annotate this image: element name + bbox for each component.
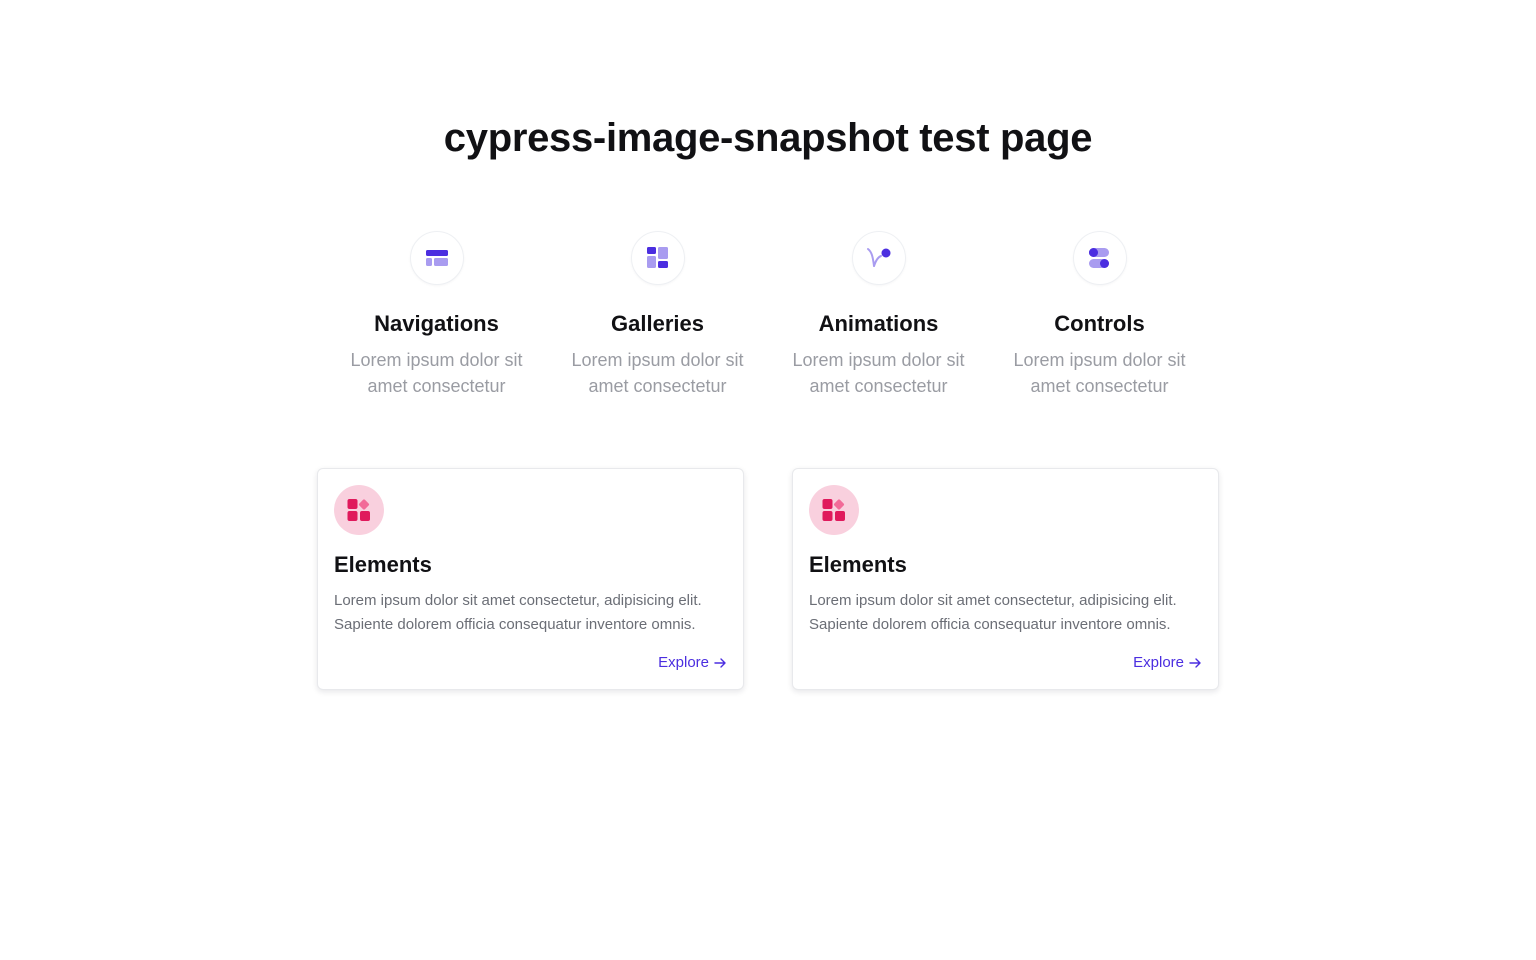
feature-animations: Animations Lorem ipsum dolor sit amet co… xyxy=(768,231,989,399)
feature-icon-wrapper xyxy=(1072,231,1127,285)
explore-link[interactable]: Explore xyxy=(1133,653,1202,673)
elements-card: Elements Lorem ipsum dolor sit amet cons… xyxy=(317,468,744,690)
feature-icon-wrapper xyxy=(851,231,906,285)
gallery-icon xyxy=(646,247,668,268)
cards-row: Elements Lorem ipsum dolor sit amet cons… xyxy=(317,468,1219,690)
elements-icon xyxy=(347,499,370,521)
controls-icon xyxy=(1088,248,1109,268)
card-description: Lorem ipsum dolor sit amet consectetur, … xyxy=(334,592,702,633)
elements-card: Elements Lorem ipsum dolor sit amet cons… xyxy=(792,468,1219,690)
card-icon-wrapper xyxy=(334,485,384,535)
card-icon-wrapper xyxy=(809,485,859,535)
feature-description: Lorem ipsum dolor sit amet consectetur xyxy=(350,350,523,396)
feature-navigations: Navigations Lorem ipsum dolor sit amet c… xyxy=(326,231,547,399)
card-description: Lorem ipsum dolor sit amet consectetur, … xyxy=(809,592,1177,633)
arrow-right-icon xyxy=(1188,656,1202,670)
feature-description: Lorem ipsum dolor sit amet consectetur xyxy=(1013,350,1186,396)
navigation-icon xyxy=(425,250,448,266)
explore-link-label: Explore xyxy=(1133,654,1184,671)
feature-galleries: Galleries Lorem ipsum dolor sit amet con… xyxy=(547,231,768,399)
card-title: Elements xyxy=(334,552,432,577)
feature-description: Lorem ipsum dolor sit amet consectetur xyxy=(571,350,744,396)
feature-title: Galleries xyxy=(611,311,704,336)
feature-icon-wrapper xyxy=(409,231,464,285)
feature-title: Navigations xyxy=(374,311,499,336)
features-row: Navigations Lorem ipsum dolor sit amet c… xyxy=(326,231,1210,399)
card-title: Elements xyxy=(809,552,907,577)
feature-title: Animations xyxy=(818,311,939,336)
feature-title: Controls xyxy=(1054,311,1145,336)
feature-icon-wrapper xyxy=(630,231,685,285)
page-title: cypress-image-snapshot test page xyxy=(443,116,1093,160)
feature-controls: Controls Lorem ipsum dolor sit amet cons… xyxy=(989,231,1210,399)
animation-icon xyxy=(866,248,890,267)
explore-link-label: Explore xyxy=(658,654,709,671)
feature-description: Lorem ipsum dolor sit amet consectetur xyxy=(792,350,965,396)
arrow-right-icon xyxy=(713,656,727,670)
explore-link[interactable]: Explore xyxy=(658,653,727,673)
elements-icon xyxy=(822,499,845,521)
